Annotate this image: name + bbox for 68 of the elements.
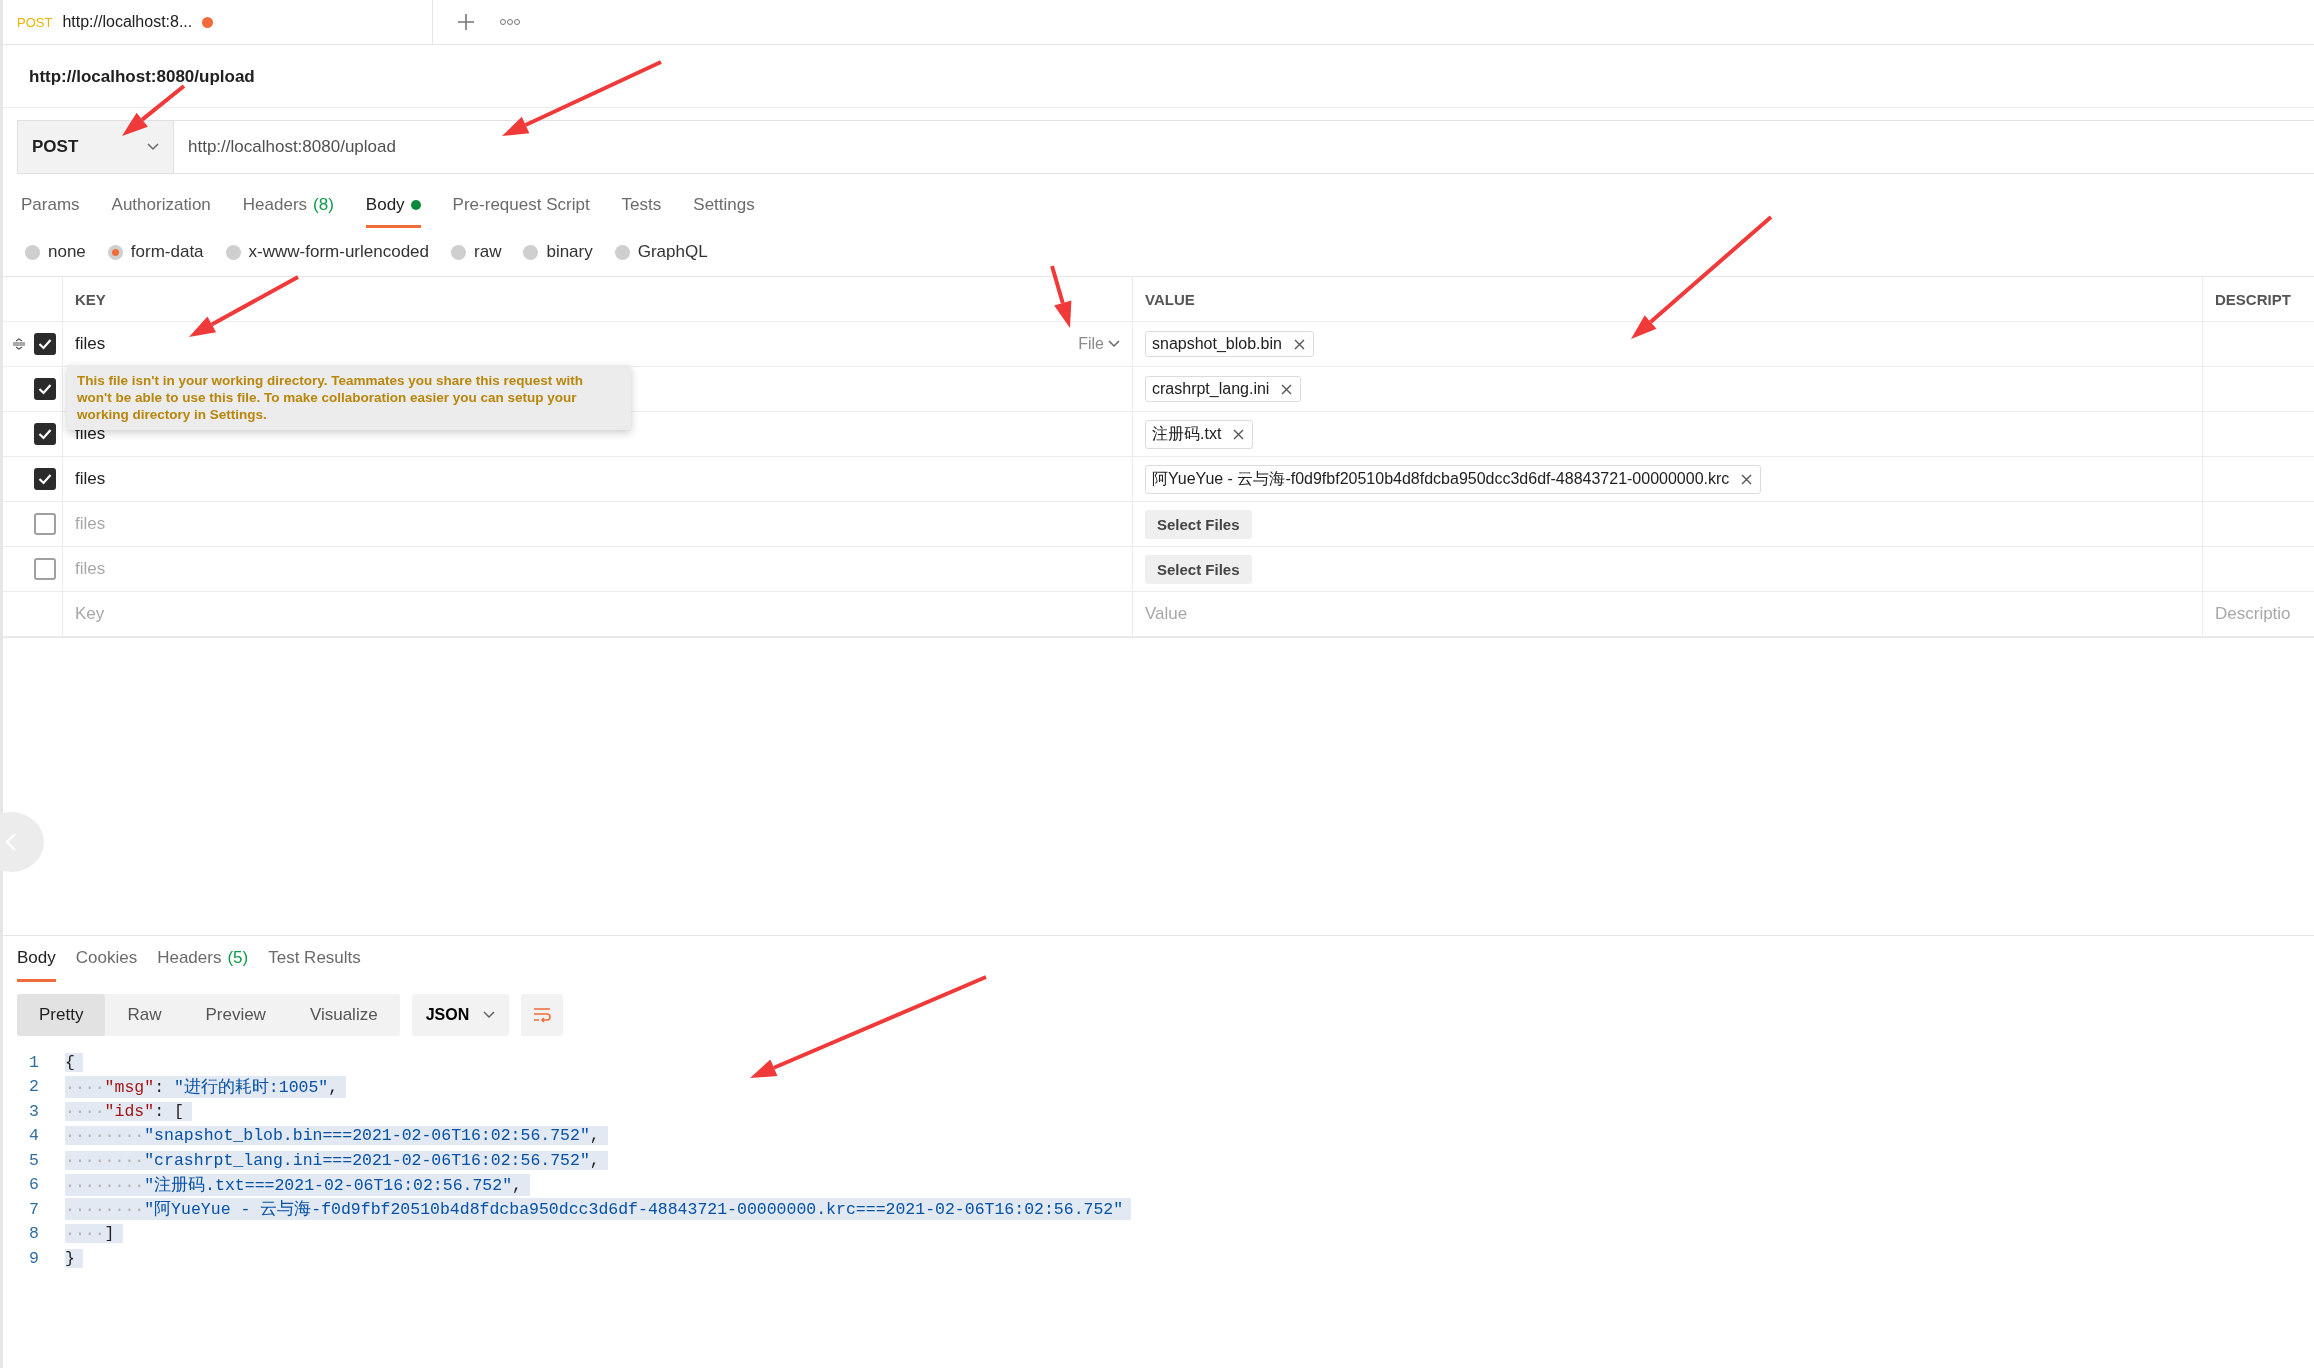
key-text: files (75, 514, 107, 534)
line-number: 1 (28, 1052, 40, 1072)
row-checkbox[interactable] (34, 558, 56, 580)
remove-icon[interactable] (1293, 338, 1305, 350)
remove-icon[interactable] (1741, 473, 1753, 485)
file-name: 注册码.txt (1152, 423, 1222, 444)
view-mode-button[interactable]: Raw (105, 994, 184, 1036)
body-type-radio[interactable]: form-data (107, 242, 204, 262)
file-name: snapshot_blob.bin (1152, 335, 1282, 353)
check-icon (38, 428, 52, 440)
row-checkbox[interactable] (34, 378, 56, 400)
row-checkbox[interactable] (34, 513, 56, 535)
line-number: 9 (28, 1248, 40, 1268)
wrap-lines-icon (533, 1007, 552, 1023)
line-number: 7 (28, 1199, 40, 1219)
column-header: DESCRIPT (2214, 289, 2292, 310)
row-checkbox[interactable] (34, 423, 56, 445)
body-type-radio[interactable]: GraphQL (614, 242, 708, 262)
response-tab[interactable]: Test Results (268, 936, 361, 982)
select-files-button[interactable]: Select Files (1145, 554, 1252, 584)
request-tab-item[interactable]: Body (365, 184, 421, 228)
check-icon (38, 473, 52, 485)
line-number: 8 (28, 1224, 40, 1244)
check-icon (38, 338, 52, 350)
remove-icon[interactable] (1233, 428, 1245, 440)
remove-icon[interactable] (1281, 383, 1293, 395)
drag-handle-icon[interactable] (12, 338, 26, 350)
response-tab[interactable]: Headers (5) (157, 936, 249, 982)
key-text: files (75, 559, 107, 579)
body-type-radio[interactable]: none (25, 242, 86, 262)
request-tab-item[interactable]: Headers (8) (242, 184, 334, 228)
view-mode-button[interactable]: Pretty (17, 994, 106, 1036)
request-tab[interactable]: POST http://localhost:8... (3, 0, 433, 44)
caret-icon (1108, 340, 1120, 348)
body-type-radio[interactable]: binary (523, 242, 593, 262)
row-checkbox[interactable] (34, 468, 56, 490)
more-icon[interactable] (499, 18, 521, 26)
line-number: 3 (28, 1101, 40, 1121)
request-tab-item[interactable]: Pre-request Script (452, 184, 590, 228)
line-number: 2 (28, 1077, 40, 1097)
response-tab[interactable]: Body (17, 936, 56, 982)
request-tab-item[interactable]: Params (21, 184, 80, 228)
request-name: http://localhost:8080/upload (3, 45, 2314, 108)
body-type-radio[interactable]: x-www-form-urlencoded (225, 242, 429, 262)
plus-icon[interactable] (457, 13, 475, 31)
request-tab-item[interactable]: Settings (693, 184, 755, 228)
request-tab-item[interactable]: Authorization (111, 184, 211, 228)
file-name: crashrpt_lang.ini (1152, 380, 1270, 398)
file-name: 阿YueYue - 云与海-f0d9fbf20510b4d8fdcba950dcc3d6df-48843721-00000000.krc (1152, 468, 1730, 489)
line-number: 5 (28, 1150, 40, 1170)
tab-title: http://localhost:8... (62, 13, 193, 31)
format-select[interactable]: JSON (411, 994, 510, 1036)
method-label: POST (17, 14, 53, 30)
warning-tooltip: This file isn't in your working directory. Teammates you share this request with won't be able to use this file. To make collaboration easier you can setup your working directory in Settings. (67, 365, 631, 430)
check-icon (38, 383, 52, 395)
caret-icon (483, 1011, 496, 1019)
annotation-arrow (1050, 265, 1072, 328)
row-checkbox[interactable] (34, 333, 56, 355)
body-type-radio[interactable]: raw (451, 242, 502, 262)
response-tab[interactable]: Cookies (75, 936, 138, 982)
line-number: 6 (28, 1175, 40, 1195)
view-mode-button[interactable]: Preview (183, 994, 288, 1036)
view-mode-button[interactable]: Visualize (287, 994, 400, 1036)
select-files-button[interactable]: Select Files (1145, 509, 1252, 539)
key-text: files (75, 469, 107, 489)
request-tab-item[interactable]: Tests (621, 184, 662, 228)
line-number: 4 (28, 1126, 40, 1146)
key-text: files (75, 334, 107, 354)
